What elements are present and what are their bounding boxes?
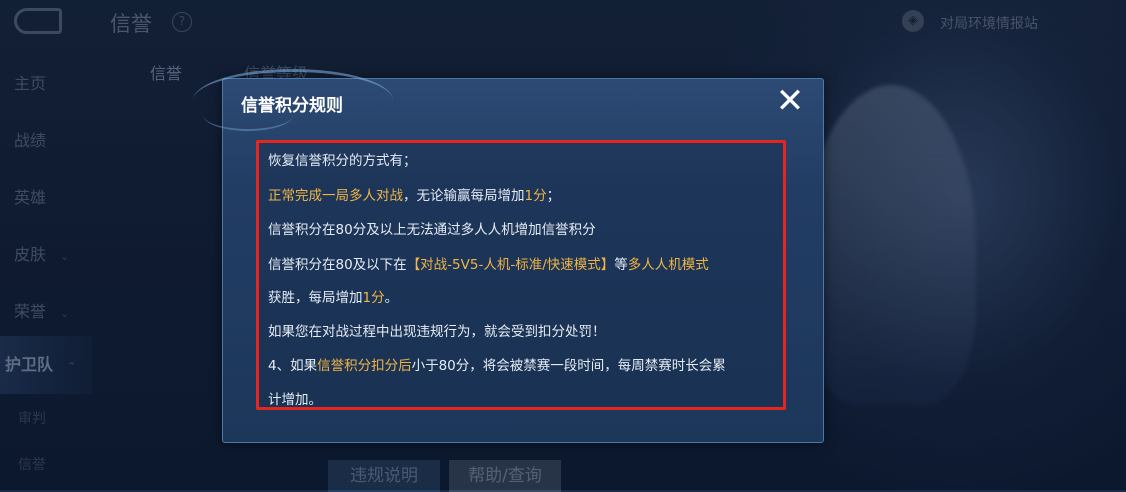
rules-text-box: 恢复信誉积分的方式有； 正常完成一局多人对战，无论输赢每局增加1分； 信誉积分在80… [256,140,786,410]
rule-highlight-text: 正常完成一局多人对战 [268,188,403,204]
rule-line: 如果您在对战过程中出现违规行为，就会受到扣分处罚！ [268,320,606,340]
rule-highlight-text: 1分 [524,188,547,204]
rule-text: 信誉积分在80及以下在 [268,257,407,273]
rule-highlight-text: 1分 [362,290,385,306]
rule-line: 计增加。 [268,388,322,408]
rule-text: 等 [614,257,628,273]
rule-text: ； [546,188,561,204]
rule-line: 恢复信誉积分的方式有； [268,149,417,169]
rule-text: 获胜，每局增加 [268,290,363,306]
credit-rules-dialog: 信誉积分规则 ✕ 恢复信誉积分的方式有； 正常完成一局多人对战，无论输赢每局增加1… [193,69,824,443]
rule-highlight-text: 多人人机模式 [627,257,709,273]
rule-highlight-text: 【对战-5V5-人机-标准/快速模式】 [406,257,615,273]
rule-highlight-text: 信誉积分扣分后 [317,358,412,374]
rule-text: 。 [384,290,399,306]
dialog-title: 信誉积分规则 [241,96,343,116]
close-icon[interactable]: ✕ [773,84,807,119]
rule-line: 获胜，每局增加1分。 [268,286,398,306]
rule-line: 正常完成一局多人对战，无论输赢每局增加1分； [268,184,560,204]
rule-text: 信誉积分在80分及以上无法通过多人人机增加信誉积分 [268,222,596,238]
rule-text: 4、如果 [268,358,318,374]
rule-text: 如果您在对战过程中出现违规行为，就会受到扣分处罚！ [268,324,606,340]
rule-text: 恢复信誉积分的方式有； [268,153,417,169]
rule-line: 信誉积分在80及以下在【对战-5V5-人机-标准/快速模式】等多人人机模式 [268,253,709,273]
rule-text: ，无论输赢每局增加 [403,188,525,204]
rule-line: 信誉积分在80分及以上无法通过多人人机增加信誉积分 [268,218,596,238]
rule-text: 计增加。 [268,392,322,408]
rule-line: 4、如果信誉积分扣分后小于80分，将会被禁赛一段时间，每周禁赛时长会累 [268,354,726,374]
rule-text: 小于80分，将会被禁赛一段时间，每周禁赛时长会累 [411,358,726,374]
